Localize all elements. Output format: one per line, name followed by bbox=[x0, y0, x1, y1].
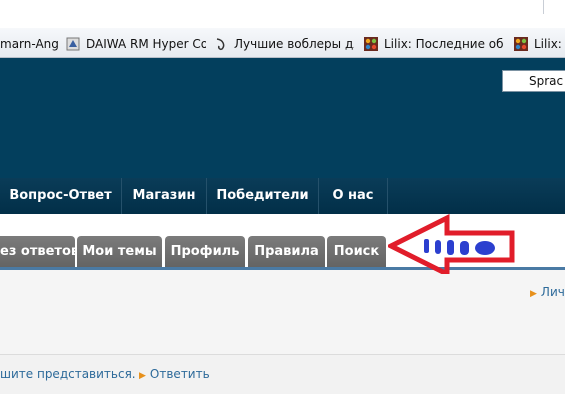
bookmark-label: Лучшие воблеры для bbox=[234, 37, 354, 51]
red-arrow-annotation bbox=[388, 214, 515, 274]
reply-link-label: Ответить bbox=[149, 367, 210, 381]
bookmark-item[interactable]: Lilix: Последние обсу bbox=[364, 34, 504, 54]
bookmark-icon bbox=[66, 37, 80, 51]
nav-item-qa[interactable]: Вопрос-Ответ bbox=[0, 178, 121, 214]
bookmark-item[interactable]: Lilix: bbox=[514, 34, 565, 54]
nav-item-shop[interactable]: Магазин bbox=[122, 178, 206, 214]
blue-scribble bbox=[424, 239, 495, 255]
browser-chrome-top bbox=[0, 0, 565, 28]
tab-search[interactable]: Поиск bbox=[327, 236, 386, 267]
tab-profile[interactable]: Профиль bbox=[165, 236, 245, 267]
nav-item-winners[interactable]: Победители bbox=[207, 178, 318, 214]
nav-item-about[interactable]: О нас bbox=[319, 178, 387, 214]
content-area bbox=[0, 270, 565, 355]
reply-link[interactable]: ▶ Ответить bbox=[139, 367, 210, 381]
bookmark-label: Lilix: Последние обсу bbox=[384, 37, 504, 51]
tab-rules[interactable]: Правила bbox=[248, 236, 325, 267]
bookmark-item[interactable]: DAIWA RM Hyper Cor bbox=[66, 34, 206, 54]
site-header bbox=[0, 58, 565, 178]
arrow-right-icon: ▶ bbox=[530, 289, 537, 299]
arrow-right-icon: ▶ bbox=[139, 371, 146, 381]
user-link-label: Личн bbox=[540, 285, 565, 299]
user-link[interactable]: ▶Личн bbox=[530, 285, 565, 299]
tab-my-topics[interactable]: Мои темы bbox=[77, 236, 162, 267]
bookmark-label: DAIWA RM Hyper Cor bbox=[86, 37, 206, 51]
bookmark-label: marn-Angl bbox=[0, 37, 60, 51]
tab-unanswered[interactable]: ез ответов bbox=[0, 236, 75, 267]
joomla-icon bbox=[364, 37, 378, 51]
bookmark-item[interactable]: Лучшие воблеры для bbox=[214, 34, 354, 54]
search-input[interactable]: Sprac bbox=[502, 70, 565, 92]
joomla-icon bbox=[514, 37, 528, 51]
bookmark-label: Lilix: bbox=[534, 37, 562, 51]
footer-text: шите представиться. bbox=[0, 367, 136, 381]
bookmark-item[interactable]: marn-Angl bbox=[0, 34, 60, 54]
lure-icon bbox=[216, 38, 225, 50]
nav-separator bbox=[387, 178, 388, 214]
